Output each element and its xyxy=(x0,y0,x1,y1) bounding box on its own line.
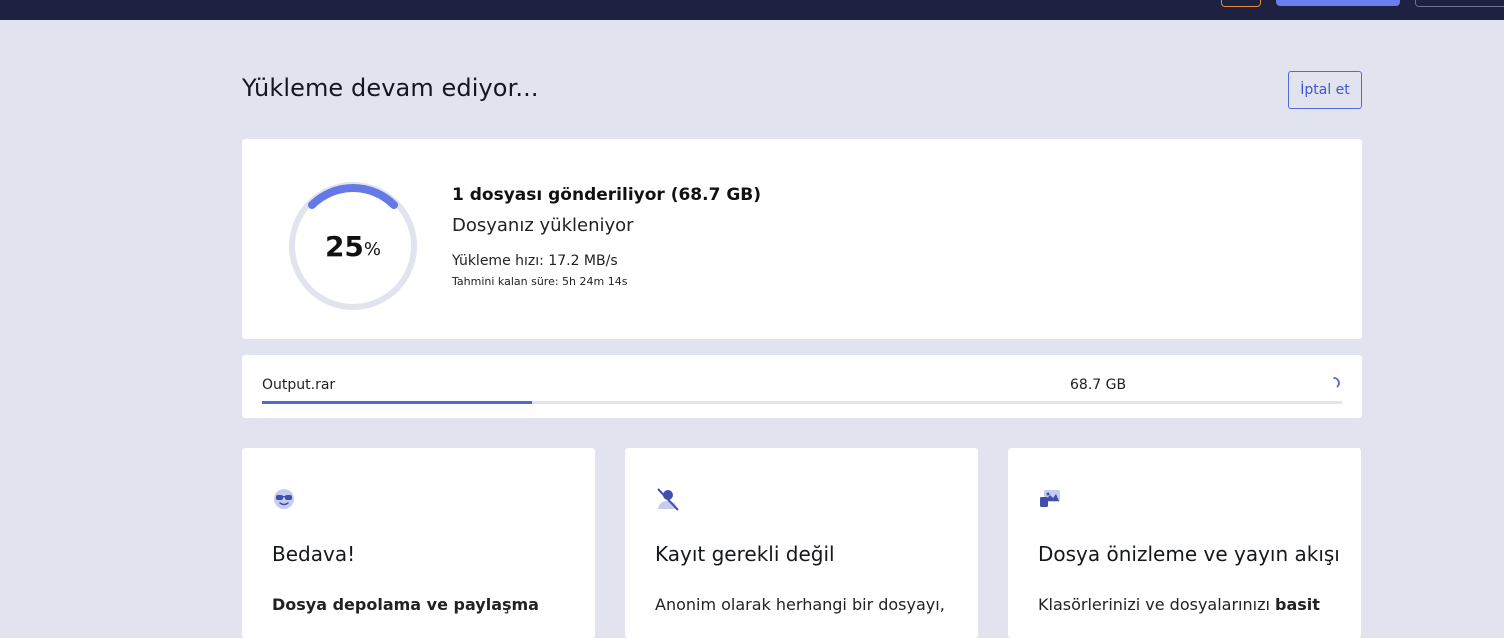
page-title: Yükleme devam ediyor... xyxy=(242,74,539,102)
feature-text: Dosya depolama ve paylaşma xyxy=(272,592,539,618)
loading-spinner-icon xyxy=(1333,377,1340,388)
sunglasses-emoji-icon xyxy=(274,489,294,509)
feature-text-bold: Dosya depolama ve paylaşma xyxy=(272,595,539,614)
top-navigation-bar xyxy=(0,0,1504,20)
file-progress-fill xyxy=(262,401,532,404)
file-progress-bar xyxy=(262,401,1342,404)
feature-text-bold: basit xyxy=(1275,595,1320,614)
progress-percent-sign: % xyxy=(363,238,382,260)
progress-percent-label: 25 % xyxy=(286,179,420,313)
progress-percent-value: 25 xyxy=(324,229,364,263)
feature-title: Bedava! xyxy=(272,542,356,566)
upload-status-text: Dosyanız yükleniyor xyxy=(452,215,634,236)
upload-speed: Yükleme hızı: 17.2 MB/s xyxy=(452,253,618,269)
sending-files-title: 1 dosyası gönderiliyor (68.7 GB) xyxy=(452,185,762,205)
upload-progress-card: 25 % 1 dosyası gönderiliyor (68.7 GB) Do… xyxy=(242,139,1362,339)
feature-text-regular: Klasörlerinizi ve dosyalarınızı xyxy=(1038,595,1276,614)
estimated-time-remaining: Tahmini kalan süre: 5h 24m 14s xyxy=(452,275,628,288)
media-preview-icon xyxy=(1040,490,1060,507)
anonymous-user-icon xyxy=(657,488,679,511)
feature-card-free: Bedava! Dosya depolama ve paylaşma xyxy=(242,448,595,638)
feature-card-no-signup: Kayıt gerekli değil Anonim olarak herhan… xyxy=(625,448,978,638)
header-orange-button[interactable] xyxy=(1221,0,1261,7)
feature-card-preview-streaming: Dosya önizleme ve yayın akışı Klasörleri… xyxy=(1008,448,1361,638)
feature-title: Kayıt gerekli değil xyxy=(655,542,835,566)
feature-title: Dosya önizleme ve yayın akışı xyxy=(1038,542,1340,566)
header-primary-button[interactable] xyxy=(1276,0,1400,6)
cancel-button[interactable]: İptal et xyxy=(1288,71,1362,109)
header-outline-button[interactable] xyxy=(1415,0,1504,7)
feature-text: Klasörlerinizi ve dosyalarınızı basit xyxy=(1038,592,1320,618)
file-size: 68.7 GB xyxy=(1070,377,1127,393)
file-row: Output.rar 68.7 GB xyxy=(242,355,1362,418)
feature-text: Anonim olarak herhangi bir dosyayı, xyxy=(655,595,945,614)
file-name: Output.rar xyxy=(262,377,336,393)
